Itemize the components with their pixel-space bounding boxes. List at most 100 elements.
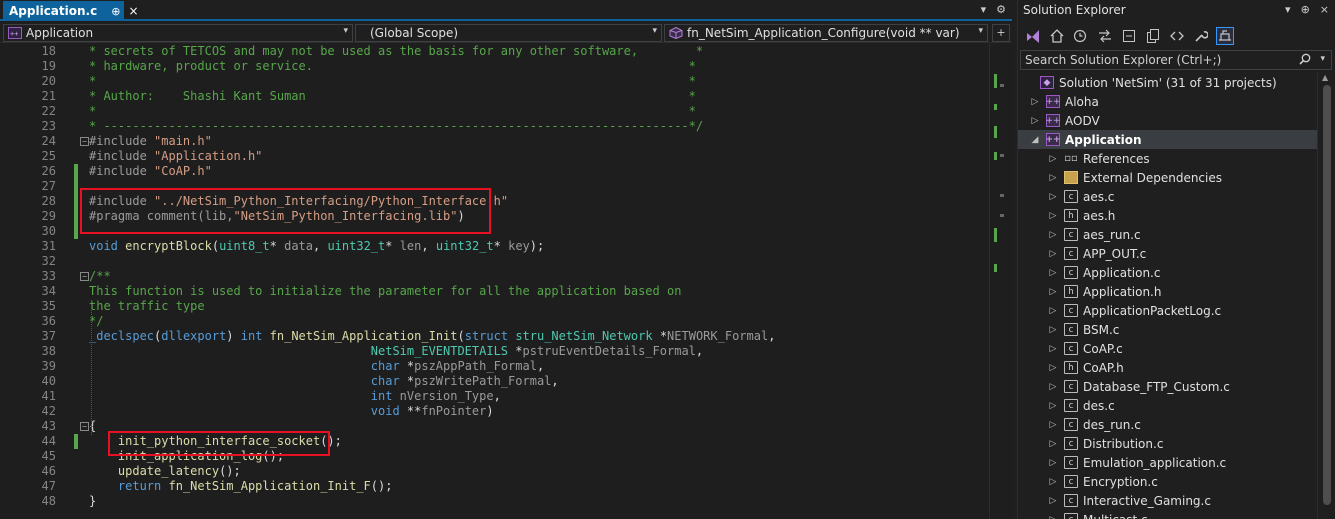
member-dropdown[interactable]: fn_NetSim_Application_Configure(void ** …: [664, 24, 988, 42]
pin-icon[interactable]: ⊕: [1301, 3, 1310, 16]
preview-selected-items-icon[interactable]: [1216, 27, 1234, 45]
search-icon[interactable]: [1299, 53, 1311, 68]
tree-item[interactable]: ▷ ▫▫ References: [1018, 149, 1318, 168]
home-icon[interactable]: [1048, 27, 1066, 45]
code-token: the traffic type: [89, 299, 205, 313]
line-number: 44: [41, 434, 56, 448]
expand-arrow-icon[interactable]: ▷: [1048, 192, 1058, 202]
collapse-all-icon[interactable]: [1120, 27, 1138, 45]
code-token: * Author: Shashi Kant Suman *: [89, 89, 696, 103]
expand-arrow-icon[interactable]: ▷: [1048, 458, 1058, 468]
sync-with-document-icon[interactable]: [1096, 27, 1114, 45]
expand-arrow-icon[interactable]: ▷: [1048, 306, 1058, 316]
expand-arrow-icon[interactable]: ▷: [1048, 249, 1058, 259]
code-view-icon[interactable]: [1168, 27, 1186, 45]
expand-arrow-icon[interactable]: ▷: [1048, 496, 1058, 506]
expand-arrow-icon[interactable]: ▷: [1048, 420, 1058, 430]
tree-item[interactable]: ◆ Solution 'NetSim' (31 of 31 projects): [1018, 73, 1318, 92]
split-editor-button[interactable]: +: [992, 24, 1010, 42]
tree-item[interactable]: ▷ ++ Aloha: [1018, 92, 1318, 111]
tree-item[interactable]: ▷ h aes.h: [1018, 206, 1318, 225]
tree-item[interactable]: ▷ c aes_run.c: [1018, 225, 1318, 244]
tree-item[interactable]: ▷ c APP_OUT.c: [1018, 244, 1318, 263]
expand-arrow-icon[interactable]: ▷: [1048, 401, 1058, 411]
code-token: uint32_t: [327, 239, 386, 253]
tree-item[interactable]: ▷ c Interactive_Gaming.c: [1018, 491, 1318, 510]
expand-arrow-icon[interactable]: ▷: [1048, 477, 1058, 487]
code-token: *: [385, 239, 400, 253]
tree-item-label: CoAP.h: [1083, 360, 1124, 375]
expand-arrow-icon[interactable]: ▷: [1048, 173, 1058, 183]
tree-item[interactable]: ▷ External Dependencies: [1018, 168, 1318, 187]
tree-item[interactable]: ▷ h CoAP.h: [1018, 358, 1318, 377]
expand-arrow-icon[interactable]: ▷: [1048, 154, 1058, 164]
code-editor[interactable]: Application.c ⊕ × ▾ ⚙ ++ Application ▾ (…: [0, 0, 1012, 519]
solution-search-input[interactable]: Search Solution Explorer (Ctrl+;) ▾: [1020, 50, 1332, 70]
code-token: ,: [421, 239, 436, 253]
collapse-arrow-icon[interactable]: ◢: [1030, 135, 1040, 145]
line-number: 41: [41, 389, 56, 403]
tree-item[interactable]: ◢ ++ Application: [1018, 130, 1318, 149]
line-number: 29: [41, 209, 56, 223]
expand-arrow-icon[interactable]: ▷: [1048, 382, 1058, 392]
tree-item[interactable]: ▷ h Application.h: [1018, 282, 1318, 301]
panel-options-icon[interactable]: ▾: [1285, 3, 1291, 16]
project-dropdown[interactable]: ++ Application ▾: [3, 24, 353, 42]
tree-item[interactable]: ▷ c des_run.c: [1018, 415, 1318, 434]
expand-arrow-icon[interactable]: ▷: [1048, 325, 1058, 335]
tree-item[interactable]: ▷ c des.c: [1018, 396, 1318, 415]
tree-item[interactable]: ▷ c ApplicationPacketLog.c: [1018, 301, 1318, 320]
tree-item[interactable]: ▷ c BSM.c: [1018, 320, 1318, 339]
tree-item[interactable]: ▷ c Encryption.c: [1018, 472, 1318, 491]
code-token: data: [284, 239, 313, 253]
scrollbar-thumb[interactable]: [1323, 85, 1331, 505]
tab-application-c[interactable]: Application.c ⊕ ×: [3, 1, 139, 21]
solution-explorer-toolbar: [1018, 24, 1335, 48]
search-options-chevron-icon[interactable]: ▾: [1320, 54, 1325, 64]
line-number: 24: [41, 134, 56, 148]
indent-guide: [91, 300, 92, 435]
properties-wrench-icon[interactable]: [1192, 27, 1210, 45]
pin-icon[interactable]: ⊕: [111, 5, 120, 18]
tree-item[interactable]: ▷ c Application.c: [1018, 263, 1318, 282]
tab-list-dropdown-icon[interactable]: ▾: [981, 3, 987, 16]
code-token: "main.h": [154, 134, 212, 148]
expand-arrow-icon[interactable]: ▷: [1048, 515, 1058, 519]
tree-item[interactable]: ▷ ++ AODV: [1018, 111, 1318, 130]
show-all-files-icon[interactable]: [1144, 27, 1162, 45]
tree-item[interactable]: ▷ c CoAP.c: [1018, 339, 1318, 358]
close-tab-icon[interactable]: ×: [128, 4, 138, 18]
expand-arrow-icon[interactable]: ▷: [1030, 116, 1040, 126]
line-number: 25: [41, 149, 56, 163]
tree-item-label: Application.c: [1083, 265, 1161, 280]
tree-item[interactable]: ▷ c Emulation_application.c: [1018, 453, 1318, 472]
settings-gear-icon[interactable]: ⚙: [996, 3, 1006, 16]
expand-arrow-icon[interactable]: ▷: [1048, 211, 1058, 221]
editor-vertical-scrollbar[interactable]: [989, 44, 1012, 519]
tree-item[interactable]: ▷ c aes.c: [1018, 187, 1318, 206]
scope-dropdown[interactable]: (Global Scope) ▾: [355, 24, 662, 42]
tree-item[interactable]: ▷ c Distribution.c: [1018, 434, 1318, 453]
scroll-up-arrow-icon[interactable]: ▲: [1322, 73, 1328, 82]
expand-arrow-icon[interactable]: ▷: [1048, 439, 1058, 449]
vs-switch-view-icon[interactable]: [1024, 27, 1042, 45]
expand-arrow-icon[interactable]: ▷: [1048, 268, 1058, 278]
tree-item[interactable]: ▷ c Multicast.c: [1018, 510, 1318, 519]
code-token: /**: [89, 269, 111, 283]
solution-tree-scrollbar[interactable]: ▲: [1317, 73, 1335, 519]
expand-arrow-icon[interactable]: ▷: [1048, 363, 1058, 373]
expand-arrow-icon[interactable]: ▷: [1048, 287, 1058, 297]
panel-title: Solution Explorer: [1023, 3, 1126, 17]
expand-arrow-icon[interactable]: ▷: [1030, 97, 1040, 107]
close-panel-icon[interactable]: ×: [1320, 3, 1329, 16]
tree-item[interactable]: ▷ c Database_FTP_Custom.c: [1018, 377, 1318, 396]
expand-arrow-icon[interactable]: ▷: [1048, 230, 1058, 240]
history-clock-icon[interactable]: [1072, 27, 1090, 45]
expand-arrow-icon[interactable]: ▷: [1048, 344, 1058, 354]
fold-toggle-icon[interactable]: −: [80, 422, 89, 431]
scrollbar-change-marker: [994, 152, 997, 160]
line-number: 35: [41, 299, 56, 313]
fold-toggle-icon[interactable]: −: [80, 272, 89, 281]
tree-item-label: CoAP.c: [1083, 341, 1123, 356]
fold-toggle-icon[interactable]: −: [80, 137, 89, 146]
